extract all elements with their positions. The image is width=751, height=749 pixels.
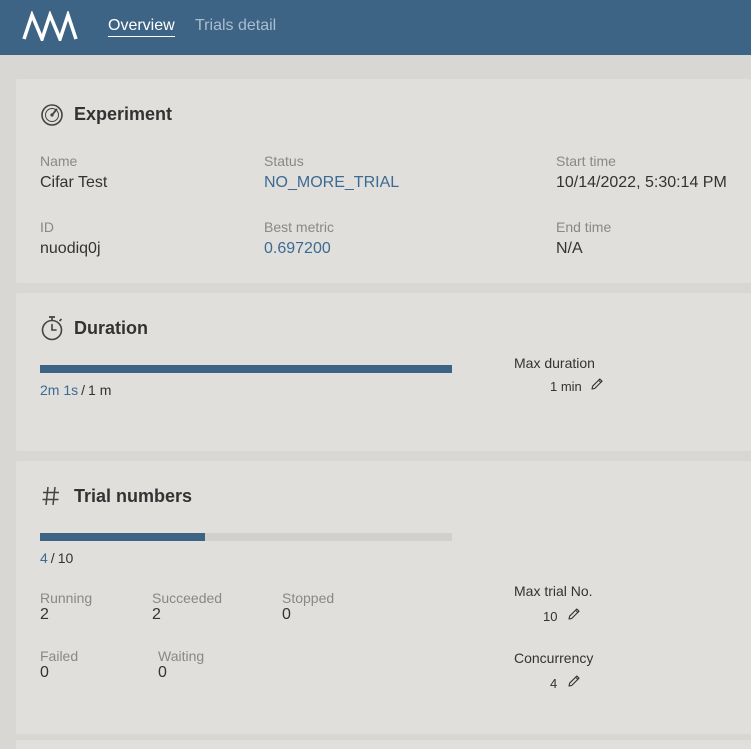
name-label: Name: [40, 153, 78, 169]
waiting-count: 0: [158, 664, 167, 681]
duration-card: Duration 2m 1s/1 m Max duration 1 min: [16, 293, 751, 451]
tab-overview[interactable]: Overview: [108, 17, 175, 37]
top-navigation-bar: Overview Trials detail: [0, 0, 751, 55]
status-value: NO_MORE_TRIAL: [264, 174, 400, 191]
edit-concurrency-pencil-icon[interactable]: [567, 674, 581, 688]
max-trial-value: 10: [543, 609, 558, 624]
hash-icon: [42, 486, 59, 506]
concurrency-value: 4: [550, 676, 558, 691]
next-card-edge: [16, 740, 751, 749]
duration-progress-text: 2m 1s/1 m: [40, 382, 111, 398]
trial-progress-text: 4/10: [40, 550, 73, 566]
stopped-count: 0: [282, 606, 291, 623]
duration-current: 2m 1s: [40, 382, 79, 398]
failed-label: Failed: [40, 648, 79, 664]
id-label: ID: [40, 219, 54, 235]
running-count: 2: [40, 606, 49, 623]
gauge-icon: [41, 104, 63, 126]
max-duration-label: Max duration: [514, 355, 595, 371]
end-time-label: End time: [556, 219, 612, 235]
stopped-label: Stopped: [282, 590, 335, 606]
duration-progress-fill: [40, 365, 452, 373]
experiment-id: nuodiq0j: [40, 240, 101, 257]
failed-count: 0: [40, 664, 49, 681]
duration-title: Duration: [74, 318, 148, 338]
duration-separator: /: [81, 382, 86, 398]
experiment-name: Cifar Test: [40, 174, 108, 191]
duration-max-text: 1 m: [88, 382, 112, 398]
status-label: Status: [264, 153, 304, 169]
running-label: Running: [40, 590, 93, 606]
edit-max-trial-pencil-icon[interactable]: [567, 607, 581, 621]
concurrency-label: Concurrency: [514, 650, 594, 666]
trial-max: 10: [57, 550, 74, 566]
trial-numbers-title: Trial numbers: [74, 486, 193, 506]
trial-current: 4: [40, 550, 48, 566]
experiment-title: Experiment: [74, 104, 173, 124]
duration-progress-bar: [40, 365, 452, 373]
succeeded-count: 2: [152, 606, 161, 623]
edit-max-duration-pencil-icon[interactable]: [590, 377, 604, 391]
trial-progress-fill: [40, 533, 205, 541]
start-time-value: 10/14/2022, 5:30:14 PM: [556, 174, 727, 191]
max-trial-label: Max trial No.: [514, 583, 593, 599]
experiment-card: Experiment Name Cifar Test Status NO_MOR…: [16, 79, 751, 283]
waiting-label: Waiting: [158, 648, 205, 664]
nni-logo[interactable]: [22, 11, 82, 41]
best-metric-value[interactable]: 0.697200: [264, 240, 331, 258]
start-time-label: Start time: [556, 153, 616, 169]
max-duration-value: 1 min: [550, 379, 582, 394]
tab-trials-detail[interactable]: Trials detail: [195, 17, 276, 35]
trial-separator: /: [50, 550, 55, 566]
succeeded-label: Succeeded: [152, 590, 223, 606]
trial-numbers-card: Trial numbers 4/10 Running 2 Succeeded 2…: [16, 461, 751, 734]
stopwatch-icon: [41, 316, 63, 341]
best-metric-label: Best metric: [264, 219, 335, 235]
trial-progress-bar: [40, 533, 452, 541]
end-time-value: N/A: [556, 240, 583, 257]
